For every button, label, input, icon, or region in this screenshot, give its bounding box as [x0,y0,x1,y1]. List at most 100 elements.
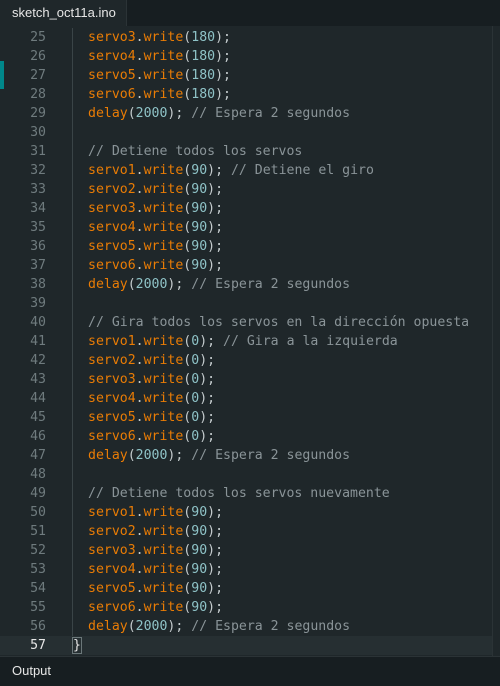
code-line[interactable]: 36 servo5.write(90); [0,237,492,256]
code-punctuation: ( [127,619,136,634]
code-line[interactable]: 37 servo6.write(90); [0,256,492,275]
code-line[interactable]: 28 servo6.write(180); [0,85,492,104]
code-line[interactable]: 52 servo3.write(90); [0,541,492,560]
code-line[interactable]: 33 servo2.write(90); [0,180,492,199]
code-line[interactable]: 25 servo3.write(180); [0,28,492,47]
line-number: 47 [30,448,46,463]
code-number: 90 [191,239,208,254]
code-function: write [143,353,184,368]
code-line[interactable]: 44 servo4.write(0); [0,389,492,408]
code-line[interactable]: 31 // Detiene todos los servos [0,142,492,161]
code-line[interactable]: 50 servo1.write(90); [0,503,492,522]
code-line[interactable]: 41 servo1.write(0); // Gira a la izquierd… [0,332,492,351]
code-line[interactable]: 54 servo5.write(90); [0,579,492,598]
code-number: 2000 [135,106,168,121]
code-punctuation: . [135,372,144,387]
code-function: write [143,372,184,387]
code-editor[interactable]: 25 servo3.write(180); 26 servo4.write(180);… [0,26,492,656]
code-function: write [143,87,184,102]
code-number: 0 [191,391,200,406]
code-line[interactable]: 56 delay(2000); // Espera 2 segundos [0,617,492,636]
code-line[interactable]: 35 servo4.write(90); [0,218,492,237]
code-punctuation: . [135,201,144,216]
code-punctuation: ); [199,391,216,406]
code-number: 90 [191,600,208,615]
code-function: write [143,49,184,64]
line-number: 42 [30,353,46,368]
indent-guide [72,218,73,237]
code-line[interactable]: 47 delay(2000); // Espera 2 segundos [0,446,492,465]
line-number: 26 [30,49,46,64]
indent-guide [72,47,73,66]
code-identifier: servo3 [88,543,136,558]
code-punctuation: . [135,182,144,197]
code-number: 90 [191,562,208,577]
code-function: write [143,429,184,444]
code-comment: // Espera 2 segundos [191,106,351,121]
code-punctuation: . [135,429,144,444]
code-line[interactable]: 42 servo2.write(0); [0,351,492,370]
code-line[interactable]: 32 servo1.write(90); // Detiene el giro [0,161,492,180]
indent-guide [72,370,73,389]
code-line[interactable]: 26 servo4.write(180); [0,47,492,66]
code-text: servo2.write(90); [88,180,223,199]
code-punctuation: . [135,562,144,577]
tab-sketch-file[interactable]: sketch_oct11a.ino [0,0,127,26]
code-line[interactable]: 43 servo3.write(0); [0,370,492,389]
code-function: write [143,201,184,216]
code-line[interactable]: 51 servo2.write(90); [0,522,492,541]
code-text: servo5.write(0); [88,408,215,427]
line-number: 27 [30,68,46,83]
code-line[interactable]: 53 servo4.write(90); [0,560,492,579]
code-identifier: servo3 [88,30,136,45]
code-text: servo1.write(90); [88,503,223,522]
code-identifier: servo6 [88,87,136,102]
code-line[interactable]: 40 // Gira todos los servos en la direcci… [0,313,492,332]
code-number: 0 [191,353,200,368]
code-punctuation: . [135,600,144,615]
code-number: 90 [191,581,208,596]
code-line[interactable]: 55 servo6.write(90); [0,598,492,617]
code-line[interactable]: 27 servo5.write(180); [0,66,492,85]
line-number: 49 [30,486,46,501]
line-number: 56 [30,619,46,634]
code-function: write [143,543,184,558]
code-identifier: servo5 [88,239,136,254]
code-line[interactable]: 48 [0,465,492,484]
code-identifier: servo2 [88,182,136,197]
code-punctuation: . [135,505,144,520]
indent-guide [72,389,73,408]
output-tab[interactable]: Output [12,663,51,678]
code-line[interactable]: 30 [0,123,492,142]
code-punctuation: ); [207,163,224,178]
code-text: servo4.write(90); [88,218,223,237]
line-number: 39 [30,296,46,311]
line-number: 41 [30,334,46,349]
code-text: servo6.write(90); [88,598,223,617]
code-punctuation: ); [215,30,231,45]
line-number: 55 [30,600,46,615]
code-line[interactable]: 39 [0,294,492,313]
code-line[interactable]: 49 // Detiene todos los servos nuevamente [0,484,492,503]
code-identifier: servo1 [88,163,136,178]
indent-guide [72,522,73,541]
code-punctuation: ); [199,353,216,368]
code-line[interactable]: 57} [0,636,492,655]
code-number: 90 [191,258,208,273]
code-function: write [143,334,184,349]
indent-guide [72,484,73,503]
code-identifier: servo4 [88,391,136,406]
code-text: servo6.write(0); [88,427,215,446]
line-number: 44 [30,391,46,406]
code-function: write [143,600,184,615]
code-line[interactable]: 34 servo3.write(90); [0,199,492,218]
code-line[interactable]: 46 servo6.write(0); [0,427,492,446]
editor-scrollbar[interactable] [492,26,500,656]
line-number: 51 [30,524,46,539]
code-line[interactable]: 45 servo5.write(0); [0,408,492,427]
indent-guide [72,541,73,560]
code-line[interactable]: 29 delay(2000); // Espera 2 segundos [0,104,492,123]
indent-guide [72,465,73,484]
code-line[interactable]: 38 delay(2000); // Espera 2 segundos [0,275,492,294]
